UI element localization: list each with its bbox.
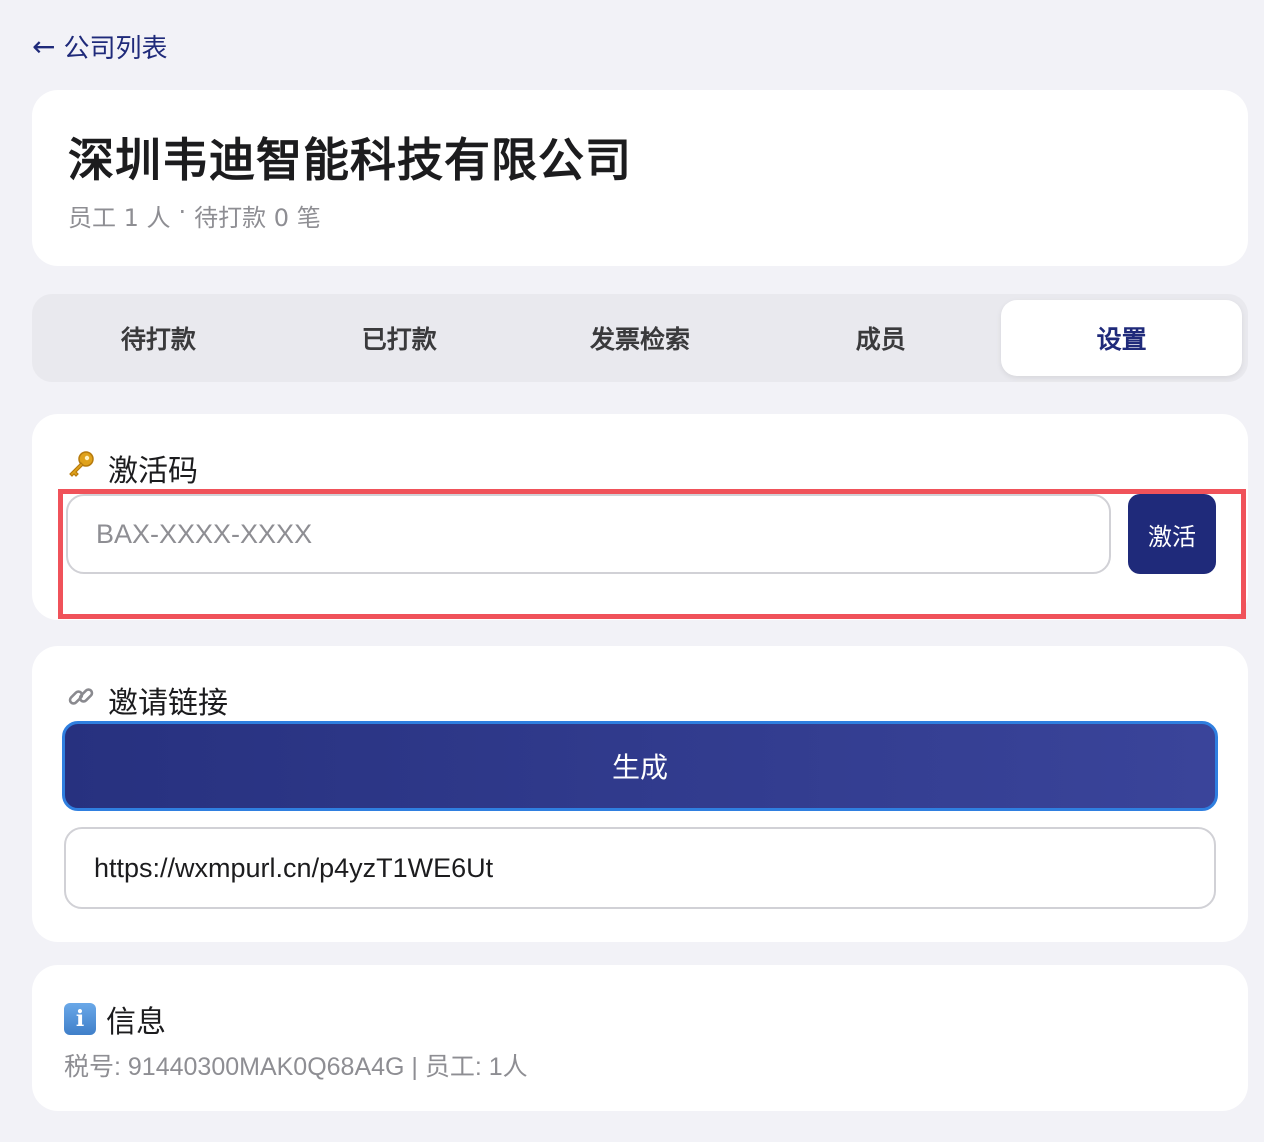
pending-payment-count: 待打款 0 笔: [194, 204, 321, 232]
info-title: 信息: [106, 1005, 166, 1040]
info-icon: i: [64, 1003, 96, 1035]
activation-code-input[interactable]: [66, 494, 1111, 574]
back-to-company-list-link[interactable]: ← 公司列表: [32, 28, 167, 65]
info-card: i 信息 税号: 91440300MAK0Q68A4G | 员工: 1人: [32, 965, 1248, 1111]
settings-page: ← 公司列表 深圳韦迪智能科技有限公司 员工 1 人 · 待打款 0 笔 待打款…: [0, 0, 1264, 1142]
invite-section-title: 邀请链接: [64, 680, 1216, 721]
info-section-title: i 信息: [64, 999, 1216, 1040]
back-link-label: 公司列表: [63, 34, 168, 64]
employee-count: 员工 1 人: [68, 204, 171, 232]
tab-bar: 待打款 已打款 发票检索 成员 设置: [32, 294, 1248, 382]
activation-title: 激活码: [108, 454, 198, 489]
tab-invoice-search[interactable]: 发票检索: [520, 300, 761, 376]
invite-link-field[interactable]: [64, 827, 1216, 909]
company-name: 深圳韦迪智能科技有限公司: [68, 133, 632, 187]
tab-members[interactable]: 成员: [760, 300, 1001, 376]
tab-pending-payment[interactable]: 待打款: [38, 300, 279, 376]
link-icon: [64, 682, 98, 719]
generate-link-button[interactable]: 生成: [62, 721, 1218, 811]
company-header-card: 深圳韦迪智能科技有限公司 员工 1 人 · 待打款 0 笔: [32, 90, 1248, 266]
company-info-detail: 税号: 91440300MAK0Q68A4G | 员工: 1人: [64, 1053, 528, 1081]
activation-section-title: 激活码: [64, 448, 1216, 489]
summary-separator: ·: [178, 198, 187, 226]
key-icon: [64, 450, 98, 487]
back-arrow-icon: ←: [32, 29, 56, 63]
company-summary: 员工 1 人 · 待打款 0 笔: [68, 198, 1212, 233]
tab-paid[interactable]: 已打款: [279, 300, 520, 376]
invite-title: 邀请链接: [108, 686, 228, 721]
activate-button[interactable]: 激活: [1128, 494, 1216, 574]
tab-settings[interactable]: 设置: [1001, 300, 1242, 376]
